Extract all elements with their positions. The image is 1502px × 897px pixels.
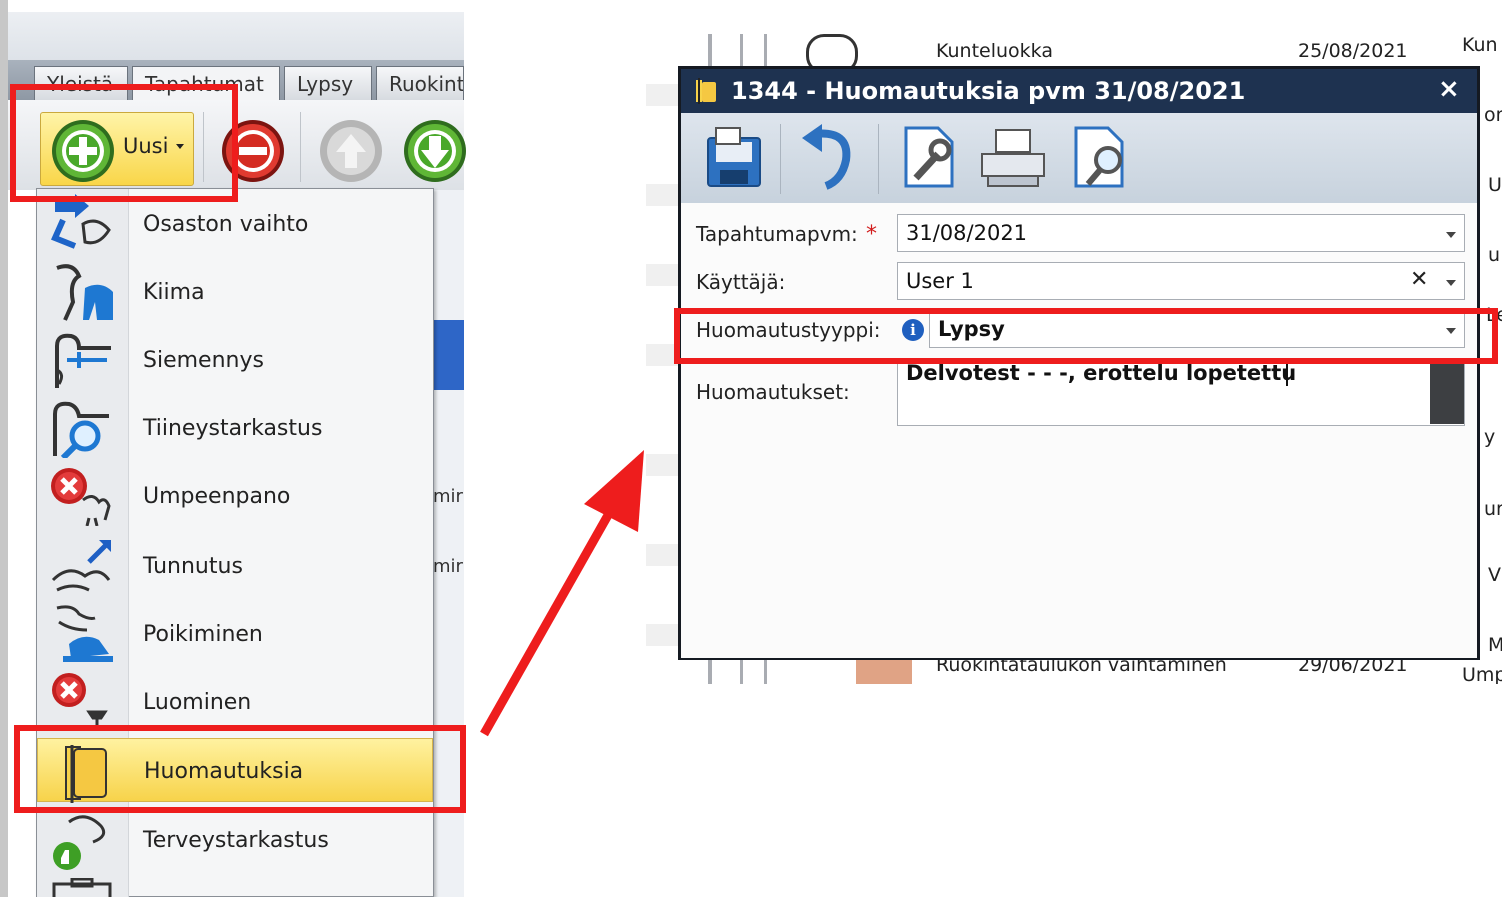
close-icon[interactable]: × xyxy=(1438,74,1460,104)
menu-item-tunnutus[interactable]: Tunnutus xyxy=(37,532,433,600)
preview-icon[interactable] xyxy=(1070,124,1134,190)
tab-ruokinta[interactable]: Ruokint xyxy=(376,66,464,100)
callout-arrow xyxy=(480,450,644,737)
callout-note-type xyxy=(674,308,1498,364)
abortion-icon xyxy=(52,673,108,730)
user-field[interactable]: User 1 xyxy=(897,262,1465,300)
background-text: Ump xyxy=(1462,664,1502,684)
tab-lypsy[interactable]: Lypsy xyxy=(284,66,372,100)
menu-item-terveystarkastus[interactable]: Terveystarkastus xyxy=(37,806,433,874)
menu-item-label: Tunnutus xyxy=(143,554,243,579)
chevron-down-icon[interactable] xyxy=(1446,280,1456,286)
menu-item-label: Tiineystarkastus xyxy=(143,416,323,441)
background-text: y xyxy=(1484,426,1496,448)
event-date-field[interactable]: 31/08/2021 xyxy=(897,214,1465,252)
toolbar-divider xyxy=(878,124,879,194)
up-arrow-icon[interactable] xyxy=(318,118,384,184)
settings-icon[interactable] xyxy=(898,124,962,190)
calving-icon xyxy=(56,605,113,662)
transfer-icon xyxy=(50,194,111,249)
briefcase-icon xyxy=(52,878,112,897)
toolbar-divider xyxy=(780,124,781,194)
selected-row-edge xyxy=(433,320,464,390)
insemination-icon xyxy=(55,333,111,388)
background-text: 25/08/2021 xyxy=(1298,40,1408,62)
menu-item-kiima[interactable]: Kiima xyxy=(37,258,433,326)
menu-item-label: Terveystarkastus xyxy=(143,828,329,853)
menu-item-label: Siemennys xyxy=(143,348,264,373)
undo-icon[interactable] xyxy=(798,124,862,190)
background-text: mir xyxy=(433,486,463,507)
clear-icon[interactable]: ✕ xyxy=(1410,267,1428,292)
background-text: U xyxy=(1488,174,1502,196)
health-check-icon xyxy=(53,815,106,870)
print-icon[interactable] xyxy=(978,124,1048,190)
menu-item-label: Luominen xyxy=(143,690,252,715)
event-date-label: Tapahtumapvm: xyxy=(696,222,858,246)
dry-off-icon xyxy=(51,468,111,526)
menu-item-poikiminen[interactable]: Poikiminen xyxy=(37,600,433,668)
callout-new-button xyxy=(10,84,238,202)
menu-item-umpeenpano[interactable]: Umpeenpano xyxy=(37,462,433,530)
pregnancy-check-icon xyxy=(53,401,109,458)
menu-item-label: Kiima xyxy=(143,280,205,305)
background-text: u xyxy=(1488,244,1501,266)
notes-scrollbar[interactable] xyxy=(1430,362,1464,424)
dialog-title: 1344 - Huomautuksia pvm 31/08/2021 xyxy=(731,77,1246,105)
notes-label: Huomautukset: xyxy=(696,380,850,404)
toolbar-divider xyxy=(300,112,301,182)
menu-item-siemennys[interactable]: Siemennys xyxy=(37,326,433,394)
callout-notes-item xyxy=(14,725,466,813)
background-text: M xyxy=(1488,634,1502,656)
user-label: Käyttäjä: xyxy=(696,270,786,294)
background-text: V xyxy=(1488,564,1501,586)
menu-item-label: Poikiminen xyxy=(143,622,263,647)
chevron-down-icon[interactable] xyxy=(1446,232,1456,238)
menu-item-tiineystarkastus[interactable]: Tiineystarkastus xyxy=(37,394,433,462)
background-text: Kun xyxy=(1462,34,1498,56)
text-cursor xyxy=(1286,364,1288,386)
induction-icon xyxy=(51,540,111,592)
required-mark: * xyxy=(866,222,877,247)
menu-item-label: Osaston vaihto xyxy=(143,212,309,237)
save-icon[interactable] xyxy=(702,124,766,190)
background-text: on xyxy=(1484,104,1502,126)
menu-item-label: Umpeenpano xyxy=(143,484,291,509)
window-edge xyxy=(0,0,8,897)
notes-textarea[interactable]: Delvotest - - -, erottelu lopetettu xyxy=(897,358,1465,426)
background-text: mir xyxy=(433,556,463,577)
window-header xyxy=(8,12,464,62)
down-arrow-icon[interactable] xyxy=(402,118,468,184)
notes-icon xyxy=(696,78,716,104)
background-text: ur xyxy=(1484,498,1502,520)
heat-icon xyxy=(56,264,113,321)
background-text: Kunteluokka xyxy=(936,40,1053,62)
